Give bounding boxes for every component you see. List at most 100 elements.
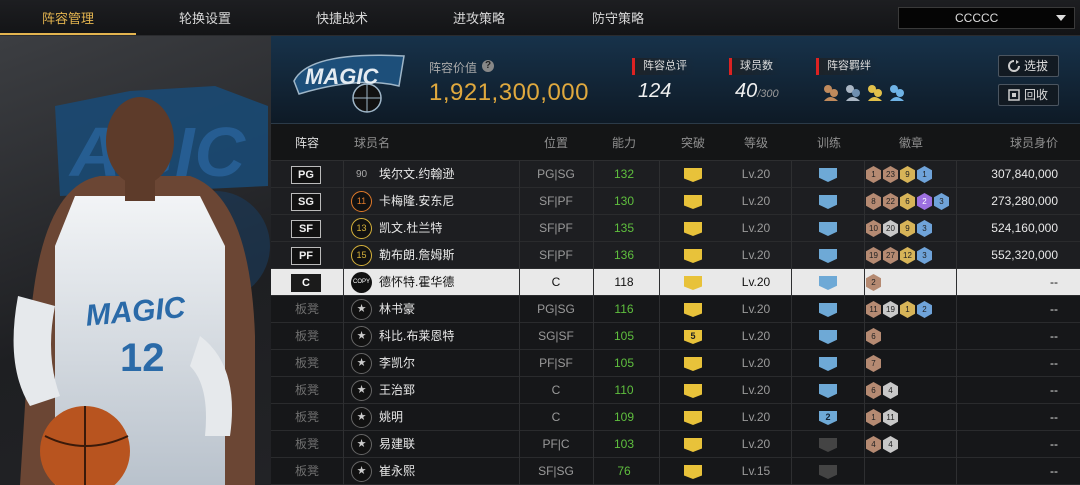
training-icon[interactable]	[819, 330, 837, 344]
training-icon[interactable]	[819, 222, 837, 236]
column-divider	[791, 161, 792, 188]
badge-hex: 1	[917, 166, 932, 183]
player-name[interactable]: 崔永熙	[379, 458, 519, 485]
lineup-slot: PF	[291, 247, 321, 265]
column-divider	[343, 377, 344, 404]
player-name[interactable]: 卡梅隆.安东尼	[379, 188, 519, 215]
player-card-badge: 15	[351, 245, 372, 266]
column-divider	[791, 215, 792, 242]
table-row[interactable]: 板凳 ★ 崔永熙 SF|SG 76 Lv.15 --	[271, 458, 1080, 485]
column-divider	[791, 242, 792, 269]
breakthrough-crown-icon[interactable]	[684, 411, 702, 425]
player-level: Lv.20	[741, 167, 771, 181]
lineup-slot: SF	[291, 220, 321, 238]
table-row[interactable]: 板凳 ★ 李凯尔 PF|SF 105 Lv.20 7 --	[271, 350, 1080, 377]
player-name[interactable]: 凯文.杜兰特	[379, 215, 519, 242]
breakthrough-crown-icon[interactable]	[684, 195, 702, 209]
recycle-icon	[1008, 89, 1020, 101]
breakthrough-crown-icon[interactable]	[684, 276, 702, 290]
player-name[interactable]: 勒布朗.詹姆斯	[379, 242, 519, 269]
table-row[interactable]: SG 11 卡梅隆.安东尼 SF|PF 130 Lv.20 8 22 6 2 3 273,280,00…	[271, 188, 1080, 215]
badge-hex: 1	[866, 409, 881, 426]
tab-lineup-management[interactable]: 阵容管理	[0, 0, 136, 35]
column-divider	[956, 323, 957, 350]
breakthrough-crown-icon[interactable]	[684, 303, 702, 317]
bond-icon-bronze	[824, 85, 838, 101]
tab-quick-tactics[interactable]: 快捷战术	[274, 0, 410, 35]
training-icon[interactable]	[819, 465, 837, 479]
team-logo: MAGIC	[293, 54, 405, 113]
tab-offense-strategy[interactable]: 进攻策略	[411, 0, 547, 35]
badge-list: 10 20 9 3	[866, 220, 934, 238]
column-divider	[343, 296, 344, 323]
table-row[interactable]: PF 15 勒布朗.詹姆斯 SF|PF 136 Lv.20 19 27 12 3 552,320,0…	[271, 242, 1080, 269]
badge-list: 11 19 1 2	[866, 301, 934, 319]
column-divider	[659, 431, 660, 458]
tab-rotation-settings[interactable]: 轮换设置	[137, 0, 273, 35]
team-bond-icons[interactable]	[822, 83, 910, 108]
column-divider	[864, 404, 865, 431]
badge-hex: 9	[900, 220, 915, 237]
table-row[interactable]: C COPY 德怀特.霍华德 C 118 Lv.20 2 --	[271, 269, 1080, 296]
training-icon[interactable]	[819, 168, 837, 182]
player-position: SF|SG	[538, 464, 574, 478]
select-players-button[interactable]: 选拔	[998, 55, 1059, 77]
lineup-slot: 板凳	[295, 356, 320, 370]
training-icon[interactable]: 2	[819, 411, 837, 425]
column-divider	[519, 377, 520, 404]
player-card-badge: ★	[351, 326, 372, 347]
player-ability: 105	[613, 356, 635, 370]
bond-icon-gold	[868, 85, 882, 101]
breakthrough-crown-icon[interactable]: 5	[684, 330, 702, 344]
player-portrait-image: AGIC MAGIC 12	[13, 86, 270, 485]
chevron-down-icon	[1056, 15, 1066, 21]
player-name[interactable]: 林书豪	[379, 296, 519, 323]
breakthrough-crown-icon[interactable]	[684, 249, 702, 263]
badge-list: 1 11	[866, 409, 900, 427]
player-name[interactable]: 姚明	[379, 404, 519, 431]
column-divider	[791, 296, 792, 323]
breakthrough-crown-icon[interactable]	[684, 222, 702, 236]
table-row[interactable]: PG 90 埃尔文.约翰逊 PG|SG 132 Lv.20 1 23 9 1 307,840,000	[271, 161, 1080, 188]
player-name[interactable]: 易建联	[379, 431, 519, 458]
player-name[interactable]: 埃尔文.约翰逊	[379, 161, 519, 188]
player-name[interactable]: 德怀特.霍华德	[379, 269, 519, 296]
help-icon[interactable]: ?	[482, 60, 494, 72]
player-ability: 110	[614, 383, 634, 397]
table-row[interactable]: SF 13 凯文.杜兰特 SF|PF 135 Lv.20 10 20 9 3 524,160,000	[271, 215, 1080, 242]
player-card-badge: ★	[351, 461, 372, 482]
breakthrough-crown-icon[interactable]	[684, 357, 702, 371]
player-name[interactable]: 李凯尔	[379, 350, 519, 377]
badge-hex: 9	[900, 166, 915, 183]
table-row[interactable]: 板凳 ★ 易建联 PF|C 103 Lv.20 4 4 --	[271, 431, 1080, 458]
breakthrough-crown-icon[interactable]	[684, 465, 702, 479]
table-row[interactable]: 板凳 ★ 林书豪 PG|SG 116 Lv.20 11 19 1 2 --	[271, 296, 1080, 323]
breakthrough-crown-icon[interactable]	[684, 384, 702, 398]
player-name[interactable]: 科比.布莱恩特	[379, 323, 519, 350]
col-training: 训练	[816, 136, 841, 150]
training-icon[interactable]	[819, 303, 837, 317]
breakthrough-crown-icon[interactable]	[684, 168, 702, 182]
col-level: 等级	[743, 136, 768, 150]
training-icon[interactable]	[819, 438, 837, 452]
recycle-button[interactable]: 回收	[998, 84, 1059, 106]
training-icon[interactable]	[819, 357, 837, 371]
player-name[interactable]: 王治郅	[379, 377, 519, 404]
column-divider	[956, 458, 957, 485]
team-dropdown[interactable]: CCCCC	[898, 7, 1075, 29]
training-icon[interactable]	[819, 384, 837, 398]
training-icon[interactable]	[819, 276, 837, 290]
badge-hex: 8	[866, 193, 881, 210]
training-icon[interactable]	[819, 249, 837, 263]
player-card-badge: ★	[351, 434, 372, 455]
player-level: Lv.20	[741, 383, 771, 397]
table-row[interactable]: 板凳 ★ 姚明 C 109 Lv.20 2 1 11 --	[271, 404, 1080, 431]
player-ability: 105	[613, 329, 635, 343]
training-icon[interactable]	[819, 195, 837, 209]
tab-defense-strategy[interactable]: 防守策略	[550, 0, 686, 35]
table-row[interactable]: 板凳 ★ 王治郅 C 110 Lv.20 6 4 --	[271, 377, 1080, 404]
table-row[interactable]: 板凳 ★ 科比.布莱恩特 SG|SF 105 5 Lv.20 6 --	[271, 323, 1080, 350]
column-divider	[519, 350, 520, 377]
player-level: Lv.15	[741, 464, 771, 478]
breakthrough-crown-icon[interactable]	[684, 438, 702, 452]
